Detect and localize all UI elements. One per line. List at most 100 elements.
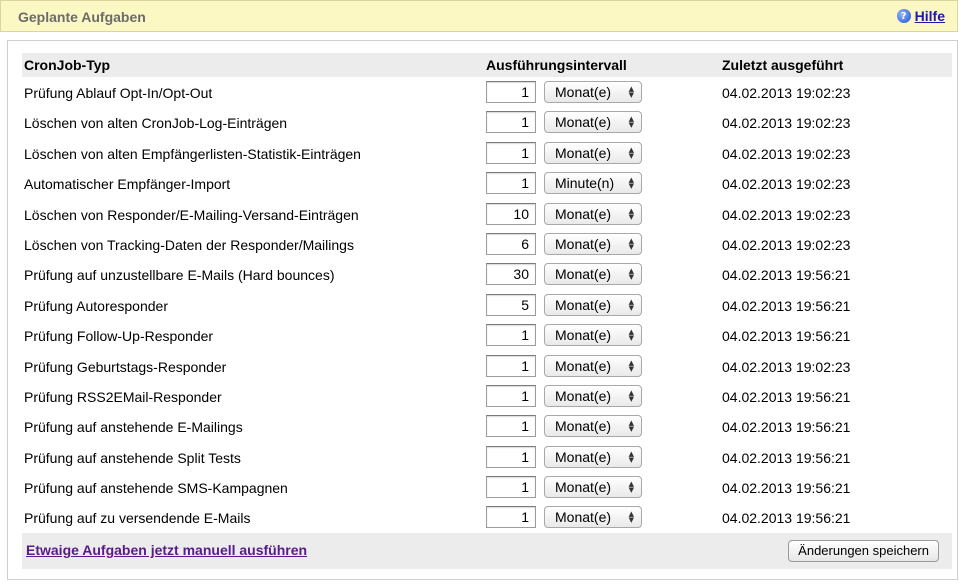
table-row: Prüfung Autoresponder 5 Monat(e) ▲ ▼ 04.02.20… bbox=[22, 290, 952, 320]
help-icon[interactable]: ? bbox=[896, 9, 911, 23]
cronjob-type: Prüfung auf zu versendende E-Mails bbox=[24, 510, 251, 527]
interval-value-input[interactable]: 1 bbox=[486, 172, 536, 195]
cronjob-type: Prüfung auf unzustellbare E-Mails (Hard … bbox=[24, 267, 335, 284]
updown-arrows-icon: ▲ ▼ bbox=[628, 267, 634, 282]
last-run-timestamp: 04.02.2013 19:02:23 bbox=[722, 145, 851, 162]
interval-unit-value: Monat(e) bbox=[555, 387, 612, 404]
last-run-timestamp: 04.02.2013 19:02:23 bbox=[722, 115, 851, 132]
updown-arrows-icon: ▲ ▼ bbox=[628, 480, 634, 495]
updown-arrows-icon: ▲ ▼ bbox=[628, 236, 634, 251]
last-run-timestamp: 04.02.2013 19:56:21 bbox=[722, 297, 851, 314]
interval-value-input[interactable]: 30 bbox=[486, 263, 536, 286]
interval-value-input[interactable]: 10 bbox=[486, 202, 536, 225]
table-footer: Etwaige Aufgaben jetzt manuell ausführen… bbox=[22, 533, 952, 569]
table-row: Löschen von Tracking-Daten der Responder… bbox=[22, 229, 952, 259]
interval-unit-value: Monat(e) bbox=[555, 205, 612, 222]
updown-arrows-icon: ▲ ▼ bbox=[628, 176, 634, 191]
interval-unit-value: Minute(n) bbox=[555, 175, 615, 192]
interval-unit-select[interactable]: Monat(e) ▲ ▼ bbox=[544, 141, 642, 164]
last-run-timestamp: 04.02.2013 19:56:21 bbox=[722, 388, 851, 405]
table-row: Löschen von Responder/E-Mailing-Versand-… bbox=[22, 199, 952, 229]
updown-arrows-icon: ▲ ▼ bbox=[628, 206, 634, 221]
interval-unit-value: Monat(e) bbox=[555, 418, 612, 435]
cronjob-type: Automatischer Empfänger-Import bbox=[24, 176, 231, 193]
updown-arrows-icon: ▲ ▼ bbox=[628, 85, 634, 99]
cronjob-type: Löschen von alten Empfängerlisten-Statis… bbox=[24, 145, 361, 162]
column-header-interval: Ausführungsintervall bbox=[486, 57, 627, 73]
updown-arrows-icon: ▲ ▼ bbox=[628, 449, 634, 464]
table-row: Prüfung Ablauf Opt-In/Opt-Out 1 Monat(e) ▲ ▼… bbox=[22, 77, 952, 107]
cronjob-type: Löschen von Responder/E-Mailing-Versand-… bbox=[24, 206, 359, 223]
table-row: Automatischer Empfänger-Import 1 Minute(n)… bbox=[22, 168, 952, 198]
help-area[interactable]: ? Hilfe bbox=[896, 8, 945, 24]
updown-arrows-icon: ▲ ▼ bbox=[628, 419, 634, 434]
cronjob-type: Prüfung Geburtstags-Responder bbox=[24, 358, 227, 375]
interval-unit-select[interactable]: Monat(e) ▲ ▼ bbox=[544, 445, 642, 468]
interval-unit-select[interactable]: Monat(e) ▲ ▼ bbox=[544, 324, 642, 347]
updown-arrows-icon: ▲ ▼ bbox=[628, 115, 634, 130]
interval-unit-select[interactable]: Monat(e) ▲ ▼ bbox=[544, 293, 642, 316]
interval-unit-select[interactable]: Monat(e) ▲ ▼ bbox=[544, 81, 642, 103]
interval-unit-select[interactable]: Monat(e) ▲ ▼ bbox=[544, 232, 642, 255]
interval-value-input[interactable]: 1 bbox=[486, 324, 536, 347]
interval-unit-value: Monat(e) bbox=[555, 144, 612, 161]
interval-unit-value: Monat(e) bbox=[555, 114, 612, 131]
cronjob-type: Löschen von Tracking-Daten der Responder… bbox=[24, 236, 354, 253]
interval-value-input[interactable]: 1 bbox=[486, 445, 536, 468]
interval-unit-select[interactable]: Monat(e) ▲ ▼ bbox=[544, 111, 642, 134]
help-link[interactable]: Hilfe bbox=[915, 8, 945, 24]
cronjob-type: Prüfung Ablauf Opt-In/Opt-Out bbox=[24, 85, 213, 101]
table-body: Prüfung Ablauf Opt-In/Opt-Out 1 Monat(e) ▲ ▼… bbox=[22, 77, 952, 533]
interval-unit-value: Monat(e) bbox=[555, 296, 612, 313]
table-row: Prüfung Geburtstags-Responder 1 Monat(e) ▲ ▼… bbox=[22, 351, 952, 381]
interval-value-input[interactable]: 1 bbox=[486, 111, 536, 134]
run-tasks-now-link[interactable]: Etwaige Aufgaben jetzt manuell ausführen bbox=[26, 542, 307, 558]
interval-value-input[interactable]: 1 bbox=[486, 354, 536, 377]
interval-unit-select[interactable]: Monat(e) ▲ ▼ bbox=[544, 476, 642, 499]
interval-value-input[interactable]: 1 bbox=[486, 81, 536, 103]
cronjob-type: Prüfung auf anstehende SMS-Kampagnen bbox=[24, 480, 288, 497]
interval-unit-select[interactable]: Monat(e) ▲ ▼ bbox=[544, 354, 642, 377]
last-run-timestamp: 04.02.2013 19:56:21 bbox=[722, 328, 851, 345]
interval-unit-select[interactable]: Monat(e) ▲ ▼ bbox=[544, 384, 642, 407]
table-row: Prüfung auf unzustellbare E-Mails (Hard … bbox=[22, 259, 952, 289]
last-run-timestamp: 04.02.2013 19:56:21 bbox=[722, 480, 851, 497]
interval-value-input[interactable]: 5 bbox=[486, 293, 536, 316]
page-header: Geplante Aufgaben ? Hilfe bbox=[0, 0, 958, 32]
interval-value-input[interactable]: 1 bbox=[486, 476, 536, 499]
interval-unit-value: Monat(e) bbox=[555, 235, 612, 252]
interval-unit-value: Monat(e) bbox=[555, 266, 612, 283]
cronjob-type: Löschen von alten CronJob-Log-Einträgen bbox=[24, 115, 288, 132]
cronjob-type: Prüfung Autoresponder bbox=[24, 297, 168, 314]
interval-unit-value: Monat(e) bbox=[555, 479, 612, 496]
table-header: CronJob-Typ Ausführungsintervall Zuletzt… bbox=[22, 53, 952, 77]
interval-unit-value: Monat(e) bbox=[555, 357, 612, 374]
last-run-timestamp: 04.02.2013 19:56:21 bbox=[722, 267, 851, 284]
interval-unit-value: Monat(e) bbox=[555, 327, 612, 344]
interval-unit-select[interactable]: Monat(e) ▲ ▼ bbox=[544, 415, 642, 438]
interval-value-input[interactable]: 6 bbox=[486, 232, 536, 255]
interval-unit-select[interactable]: Monat(e) ▲ ▼ bbox=[544, 506, 642, 529]
updown-arrows-icon: ▲ ▼ bbox=[628, 328, 634, 343]
interval-value-input[interactable]: 1 bbox=[486, 384, 536, 407]
last-run-timestamp: 04.02.2013 19:02:23 bbox=[722, 358, 851, 375]
interval-unit-value: Monat(e) bbox=[555, 509, 612, 526]
interval-value-input[interactable]: 1 bbox=[486, 141, 536, 164]
table-row: Prüfung auf anstehende SMS-Kampagnen 1 Mon… bbox=[22, 472, 952, 502]
column-header-type: CronJob-Typ bbox=[24, 57, 111, 73]
interval-unit-value: Monat(e) bbox=[555, 84, 612, 100]
last-run-timestamp: 04.02.2013 19:56:21 bbox=[722, 419, 851, 436]
table-row: Löschen von alten CronJob-Log-Einträgen 1… bbox=[22, 107, 952, 137]
page-title: Geplante Aufgaben bbox=[18, 9, 146, 25]
interval-unit-select[interactable]: Minute(n) ▲ ▼ bbox=[544, 172, 642, 195]
interval-value-input[interactable]: 1 bbox=[486, 415, 536, 438]
interval-value-input[interactable]: 1 bbox=[486, 506, 536, 529]
save-changes-button[interactable]: Änderungen speichern bbox=[788, 540, 939, 562]
cronjob-type: Prüfung auf anstehende E-Mailings bbox=[24, 419, 243, 436]
interval-unit-select[interactable]: Monat(e) ▲ ▼ bbox=[544, 263, 642, 286]
table-row: Prüfung RSS2EMail-Responder 1 Monat(e) ▲ ▼ 04… bbox=[22, 381, 952, 411]
last-run-timestamp: 04.02.2013 19:56:21 bbox=[722, 449, 851, 466]
table-row: Prüfung auf anstehende E-Mailings 1 Monat(… bbox=[22, 411, 952, 441]
interval-unit-select[interactable]: Monat(e) ▲ ▼ bbox=[544, 202, 642, 225]
updown-arrows-icon: ▲ ▼ bbox=[628, 145, 634, 160]
